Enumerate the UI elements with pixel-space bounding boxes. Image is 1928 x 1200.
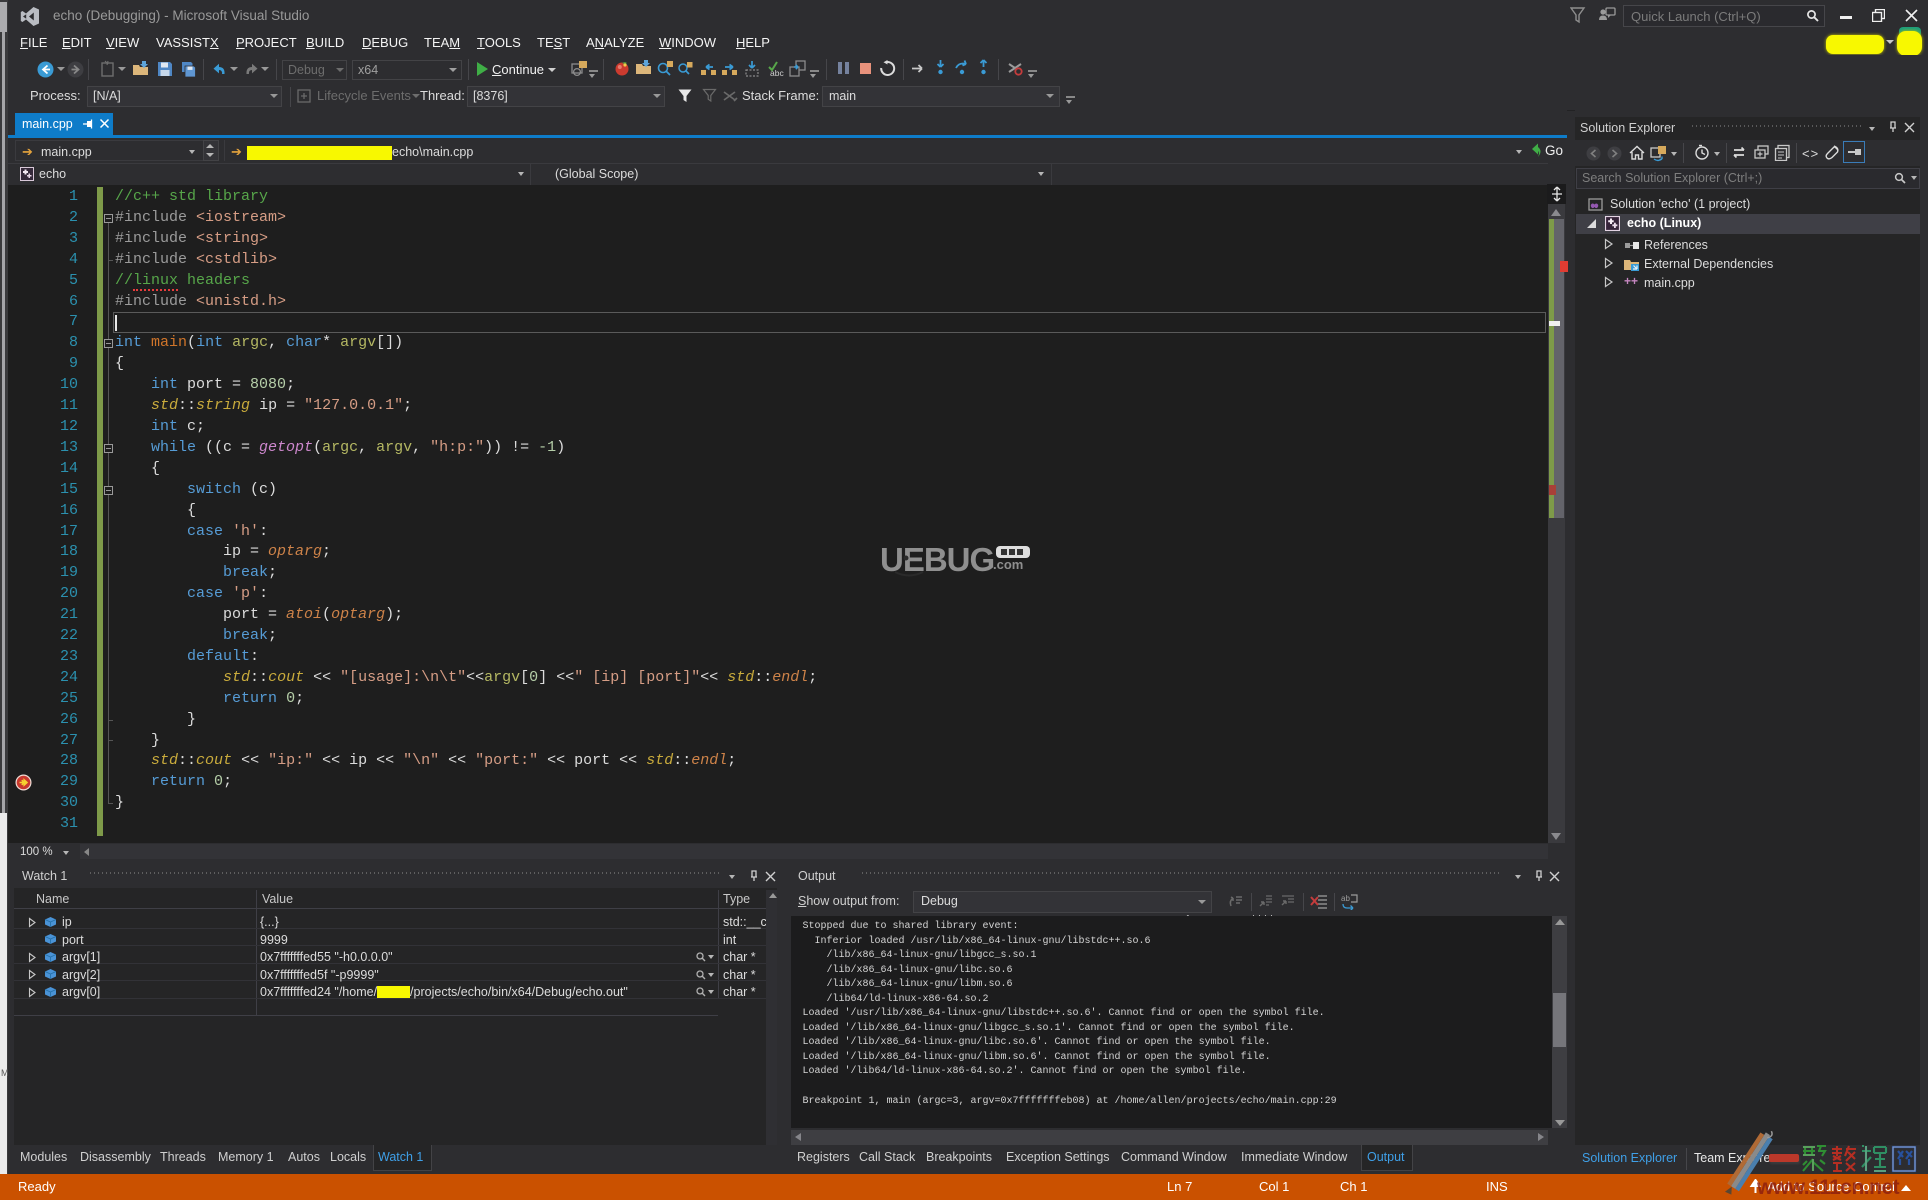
svg-text:ab: ab <box>1341 894 1350 903</box>
svg-text:abc: abc <box>770 68 784 77</box>
